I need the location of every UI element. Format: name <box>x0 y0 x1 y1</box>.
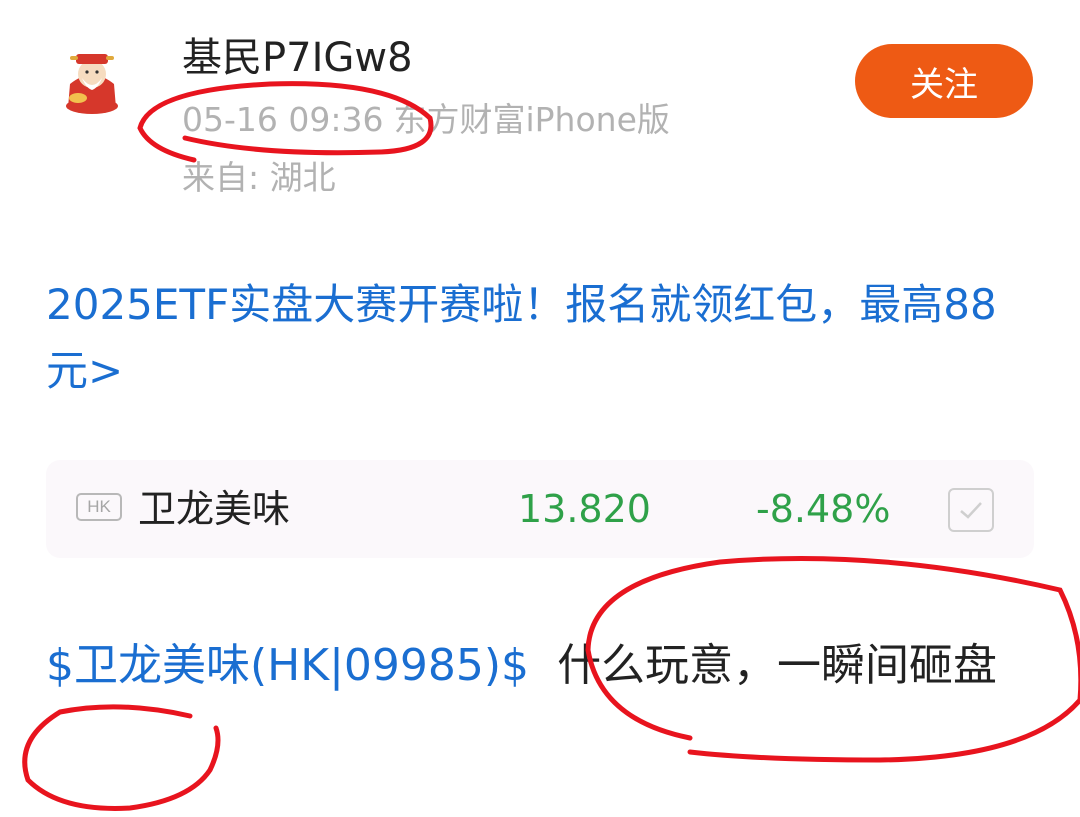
post-meta: 05-16 09:36 东方财富iPhone版 <box>182 98 670 142</box>
post-source: 东方财富iPhone版 <box>393 100 670 139</box>
author-name[interactable]: 基民P7IGw8 <box>182 32 413 84</box>
avatar[interactable] <box>58 44 126 116</box>
author-location: 来自: 湖北 <box>182 158 336 197</box>
stock-price: 13.820 <box>518 487 651 531</box>
stock-change: -8.48% <box>756 487 891 531</box>
stock-card[interactable]: HK 卫龙美味 13.820 -8.48% <box>46 460 1034 558</box>
market-badge: HK <box>76 493 122 521</box>
check-icon <box>960 502 982 519</box>
stock-tag-link[interactable]: $卫龙美味(HK|09985)$ <box>46 640 529 691</box>
god-of-wealth-avatar-icon <box>66 54 118 114</box>
stock-name: 卫龙美味 <box>138 487 291 531</box>
promo-link[interactable]: 2025ETF实盘大赛开赛啦！报名就领红包，最高88元> <box>46 272 1036 404</box>
follow-button[interactable]: 关注 <box>855 44 1033 118</box>
post-body: $卫龙美味(HK|09985)$ 什么玩意，一瞬间砸盘 <box>46 626 1036 706</box>
post-time: 05-16 09:36 <box>182 100 384 139</box>
add-to-watchlist-checkbox[interactable] <box>948 488 994 532</box>
post-text: 什么玩意，一瞬间砸盘 <box>557 640 998 691</box>
